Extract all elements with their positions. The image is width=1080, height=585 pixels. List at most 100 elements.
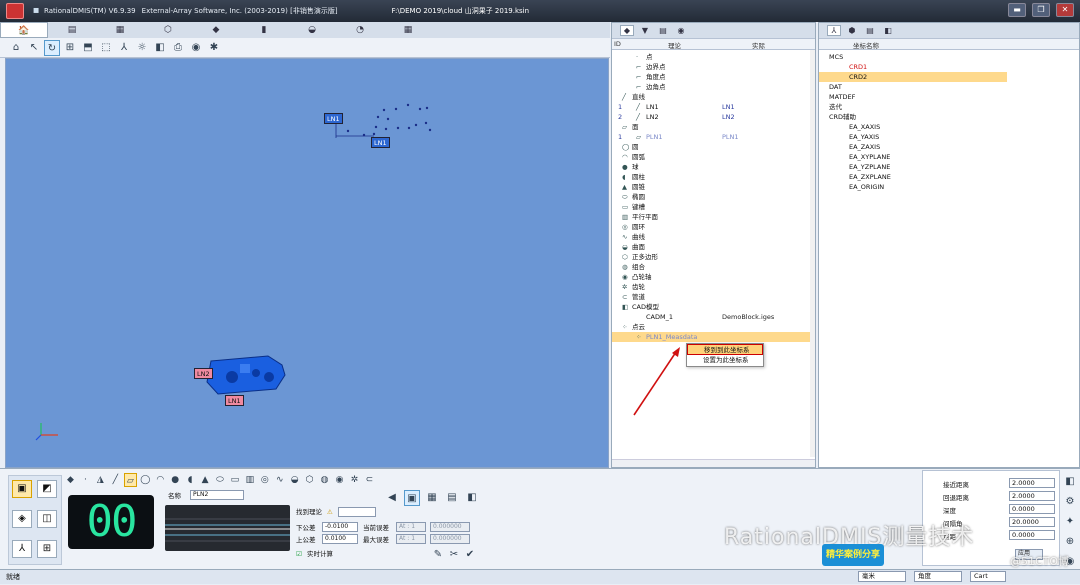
table-tab-icon[interactable]: ▤ <box>863 26 877 35</box>
feature-line-icon[interactable]: ╱ <box>109 473 122 487</box>
feature-row[interactable]: ◠ 圆弧 <box>612 152 812 162</box>
feature-row[interactable]: 1 ╱ LN1 LN1 <box>612 102 812 112</box>
coord-type-select[interactable]: Cart <box>970 571 1006 582</box>
feature-point-icon[interactable]: ◆ <box>64 473 77 487</box>
edit-icon[interactable]: ✎ <box>430 547 446 563</box>
tab-table[interactable]: ▦ <box>384 22 432 38</box>
label-ln1-mid[interactable]: LN1 <box>371 137 390 148</box>
tab-chat[interactable]: ◔ <box>336 22 384 38</box>
coord-tab-icon[interactable]: ⅄ <box>827 25 841 36</box>
auto-mode-icon[interactable]: ◩ <box>37 480 57 498</box>
param-value[interactable]: 0.0000 <box>1009 504 1055 514</box>
feature-row[interactable]: ⌐ 边角点 <box>612 82 812 92</box>
coord-row[interactable]: CRD2 <box>819 72 1007 82</box>
feature-row[interactable]: ⊂ 管道 <box>612 292 812 302</box>
feature-plane-icon[interactable]: ▱ <box>123 473 137 487</box>
rotate-icon[interactable]: ↻ <box>44 39 60 56</box>
name-field[interactable]: PLN2 <box>190 490 244 500</box>
feature-cam-icon[interactable]: ◉ <box>333 473 346 487</box>
menu-item-set-coord[interactable]: 设置为此坐标系 <box>687 355 763 366</box>
restore-button[interactable]: ❐ <box>1032 3 1050 17</box>
axis-icon[interactable]: ⅄ <box>116 40 132 56</box>
tab-cloud[interactable]: ◒ <box>288 22 336 38</box>
feature-row[interactable]: ◉ 凸轮轴 <box>612 272 812 282</box>
close-button[interactable]: ✕ <box>1056 3 1074 17</box>
feature-edge-icon[interactable]: ◮ <box>94 473 107 487</box>
feature-row[interactable]: ◎ 圆环 <box>612 222 812 232</box>
coord-row[interactable]: EA_ZAXIS <box>819 142 1007 152</box>
label-ln1-top[interactable]: LN1 <box>324 113 343 124</box>
feature-row[interactable]: ● 球 <box>612 162 812 172</box>
lower-tol-field[interactable]: -0.0100 <box>322 522 358 532</box>
feature-row[interactable]: ◖ 圆柱 <box>612 172 812 182</box>
align-tab-icon[interactable]: ◧ <box>881 26 895 35</box>
camera-tab-icon[interactable]: ◉ <box>674 26 688 35</box>
feature-arc-icon[interactable]: ◠ <box>154 473 167 487</box>
fit-icon[interactable]: ⬒ <box>80 40 96 56</box>
probe-mode-icon[interactable]: ◈ <box>12 510 32 528</box>
pointer-icon[interactable]: ↖ <box>26 40 42 56</box>
feature-row[interactable]: ▥ 平行平面 <box>612 212 812 222</box>
feature-sphere-icon[interactable]: ● <box>169 473 182 487</box>
upper-tol-field[interactable]: 0.0100 <box>322 534 358 544</box>
coord-row[interactable]: EA_XYPLANE <box>819 152 1007 162</box>
feature-row[interactable]: ⌐ 边界点 <box>612 62 812 72</box>
check-icon[interactable]: ✔ <box>462 547 478 563</box>
feature-row[interactable]: ▱ 面 <box>612 122 812 132</box>
camera-icon[interactable]: ◉ <box>188 40 204 56</box>
param-icon-3[interactable]: ✦ <box>1062 514 1078 530</box>
3d-viewport[interactable]: LN1 LN1 LN2 LN1 <box>5 58 609 468</box>
measure-mode-icon[interactable]: ▣ <box>404 490 420 506</box>
feature-row[interactable]: ◍ 组合 <box>612 262 812 272</box>
home-icon[interactable]: ⌂ <box>8 40 24 56</box>
minimize-button[interactable]: ▬ <box>1008 3 1026 17</box>
feature-row[interactable]: 1 ▱ PLN1 PLN1 <box>612 132 812 142</box>
coord-row[interactable]: MCS <box>819 52 1007 62</box>
feature-row[interactable]: ◒ 曲面 <box>612 242 812 252</box>
table-icon[interactable]: ▦ <box>424 490 440 506</box>
speaker-icon[interactable]: ◀ <box>384 490 400 506</box>
list-icon[interactable]: ▤ <box>656 26 670 35</box>
coord-row[interactable]: EA_YZPLANE <box>819 162 1007 172</box>
tool-icon[interactable]: ✂ <box>446 547 462 563</box>
coord-row[interactable]: EA_XAXIS <box>819 122 1007 132</box>
param-value[interactable]: 2.0000 <box>1009 478 1055 488</box>
feature-row[interactable]: ⁘ PLN1_Measdata <box>612 332 812 342</box>
coord-row[interactable]: 迭代 <box>819 102 1007 112</box>
param-value[interactable]: 0.0000 <box>1009 530 1055 540</box>
realtime-checkbox[interactable]: ☑ <box>296 549 302 559</box>
label-ln2[interactable]: LN2 <box>194 368 213 379</box>
param-icon-2[interactable]: ⚙ <box>1062 494 1078 510</box>
section-icon[interactable]: ⬚ <box>98 40 114 56</box>
coord-row[interactable]: EA_YAXIS <box>819 132 1007 142</box>
unit-select[interactable]: 毫米 <box>858 571 906 582</box>
menu-item-move-to-coord[interactable]: 移到到此坐标系 <box>687 344 763 355</box>
save-icon[interactable]: ▪ <box>28 3 44 19</box>
tab-probe[interactable]: ⬡ <box>144 22 192 38</box>
feature-row[interactable]: ✲ 齿轮 <box>612 282 812 292</box>
axes-mode-icon[interactable]: ⅄ <box>12 540 32 558</box>
feature-row[interactable]: ▭ 键槽 <box>612 202 812 212</box>
filter-icon[interactable]: ▼ <box>638 26 652 35</box>
tab-3d-view[interactable]: 🏠 <box>0 22 48 38</box>
feature-row[interactable]: ▲ 圆锥 <box>612 182 812 192</box>
feature-row[interactable]: · 点 <box>612 52 812 62</box>
feature-row[interactable]: ⁘ 点云 <box>612 322 812 332</box>
coord-row[interactable]: MATDEF <box>819 92 1007 102</box>
feature-row[interactable]: ╱ 直线 <box>612 92 812 102</box>
feature-row[interactable]: 2 ╱ LN2 LN2 <box>612 112 812 122</box>
feature-row[interactable]: ⬭ 椭圆 <box>612 192 812 202</box>
feature-combo-icon[interactable]: ◍ <box>318 473 331 487</box>
settings-icon[interactable]: ✱ <box>206 40 222 56</box>
feature-gear-icon[interactable]: ✲ <box>348 473 361 487</box>
fixture-mode-icon[interactable]: ⊞ <box>37 540 57 558</box>
tab-tolerance[interactable]: ◆ <box>192 22 240 38</box>
zoom-icon[interactable]: ⊞ <box>62 40 78 56</box>
feature-dot-icon[interactable]: · <box>79 473 92 487</box>
param-icon-1[interactable]: ◧ <box>1062 474 1078 490</box>
param-icon-4[interactable]: ⊕ <box>1062 534 1078 550</box>
coord-row[interactable]: EA_ZXPLANE <box>819 172 1007 182</box>
report-icon[interactable]: ◧ <box>464 490 480 506</box>
feature-parallel-icon[interactable]: ▥ <box>243 473 256 487</box>
label-ln1-bottom[interactable]: LN1 <box>225 395 244 406</box>
